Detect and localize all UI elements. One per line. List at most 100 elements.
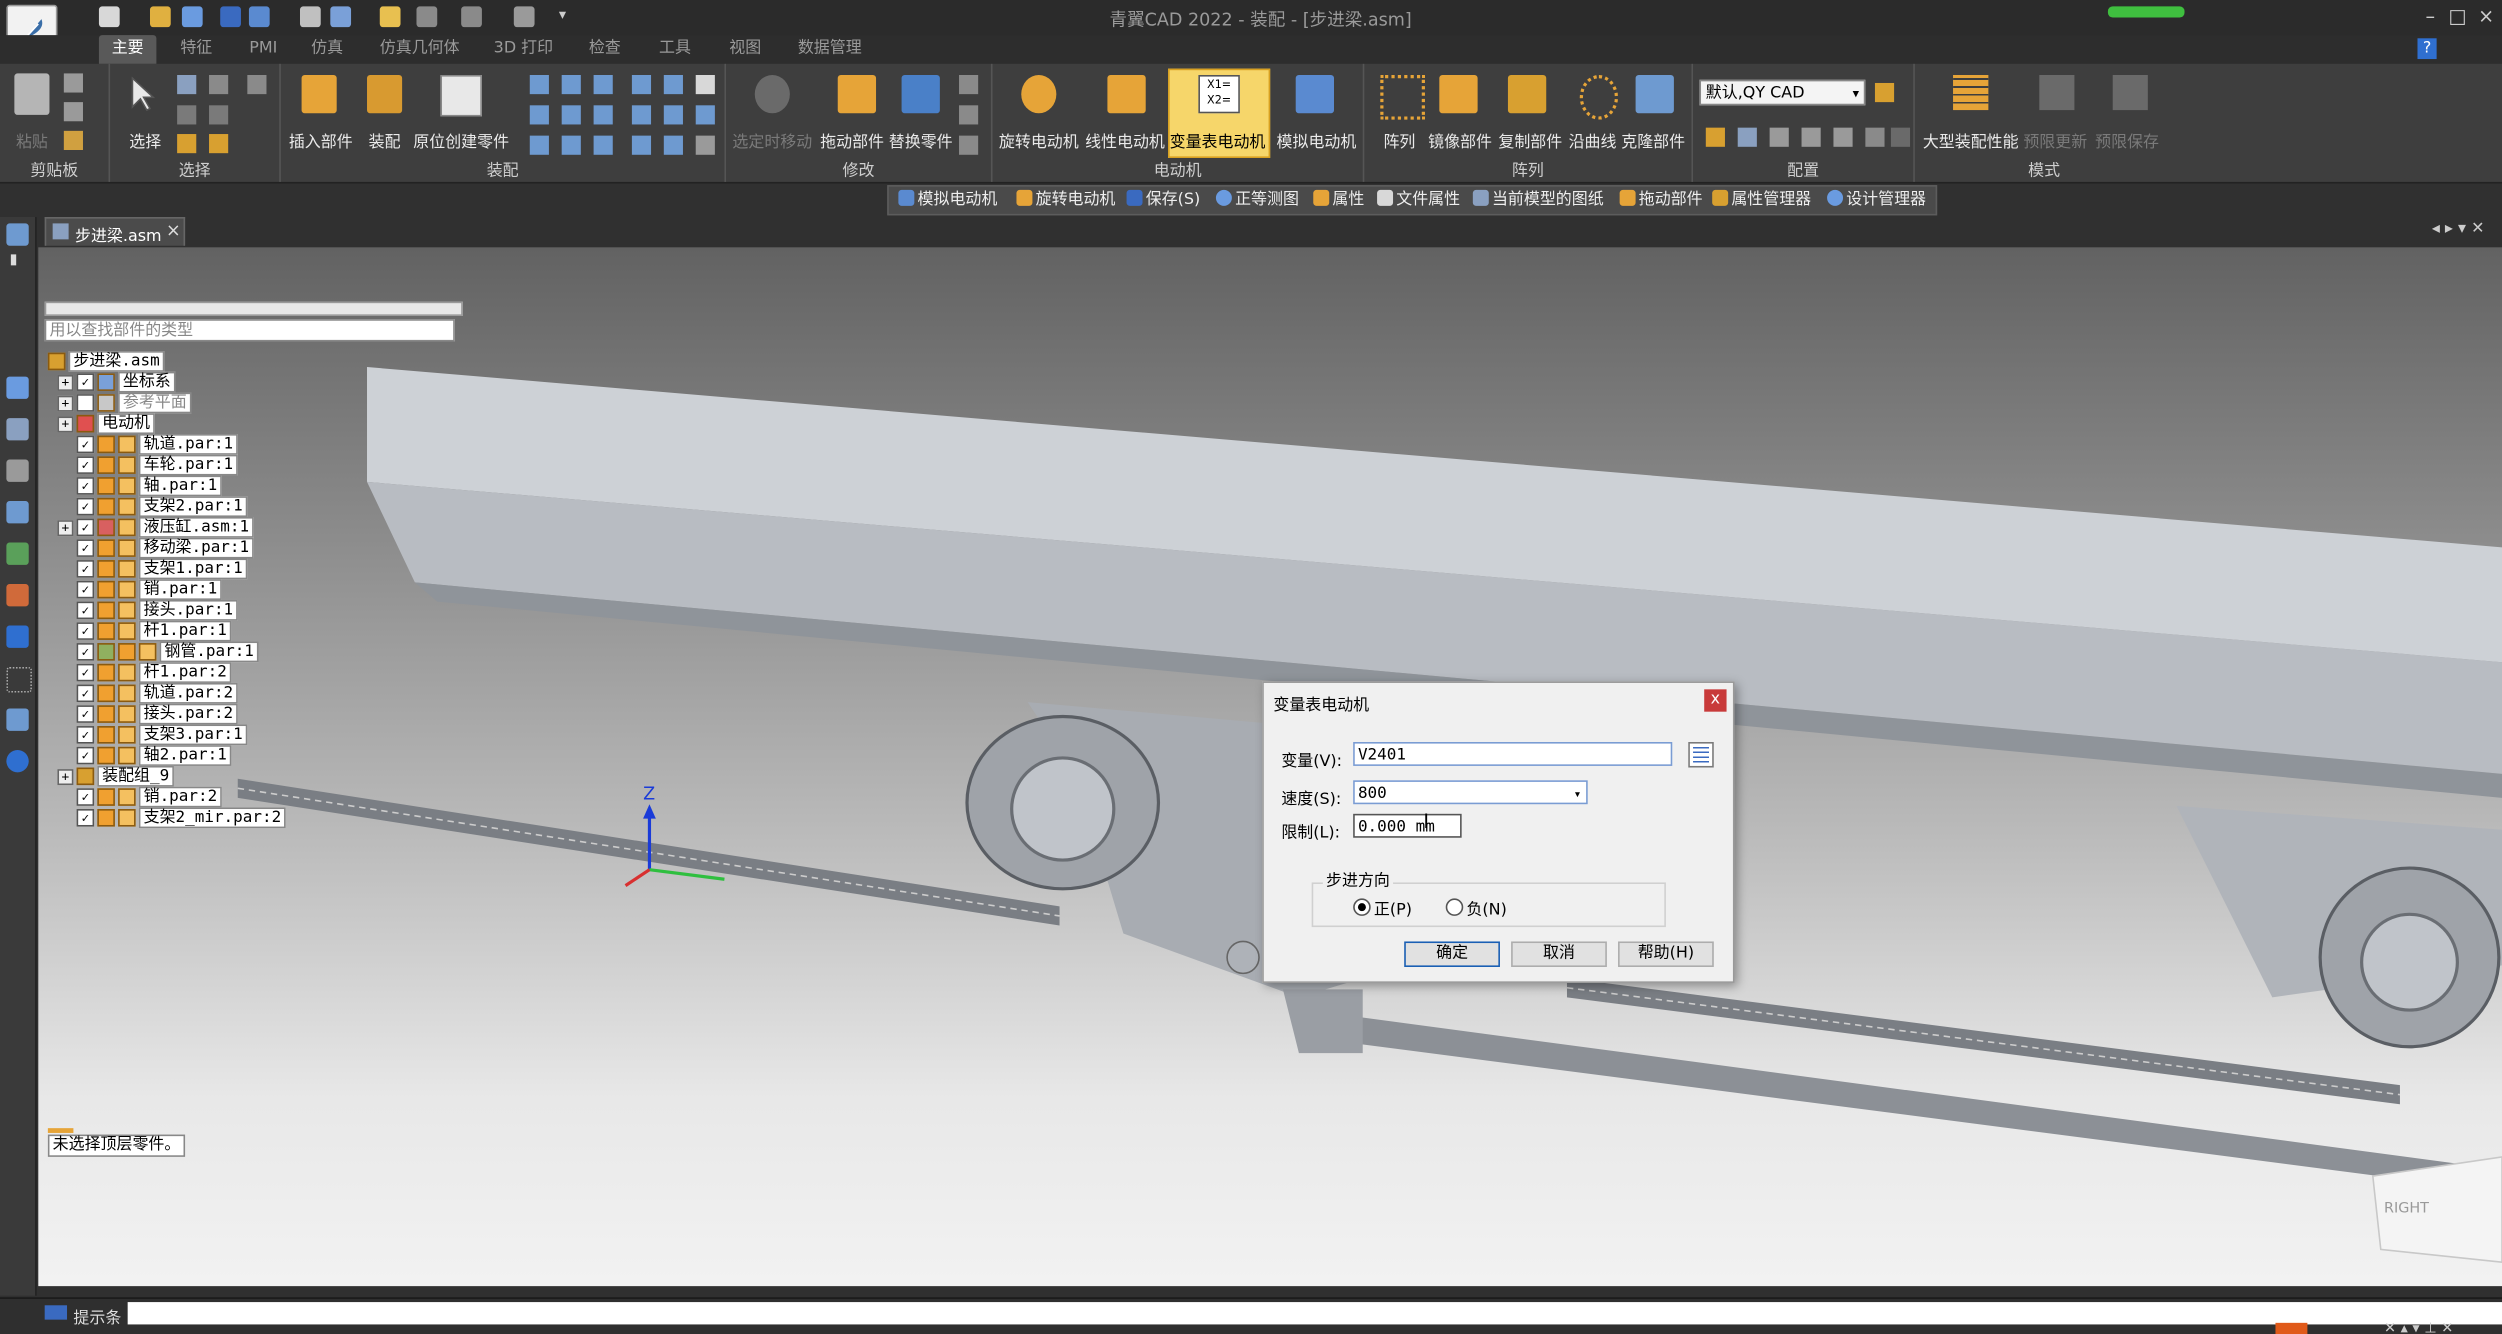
config-dropdown[interactable]: 默认,QY CAD ▾ <box>1699 79 1866 106</box>
close-button[interactable]: × <box>2473 3 2499 29</box>
array-label[interactable]: 阵列 <box>1383 128 1415 152</box>
tab-tools[interactable]: 工具 <box>648 35 702 64</box>
visibility-checkbox[interactable]: ✓ <box>76 726 95 744</box>
tree-item-part[interactable]: ✓ 接头.par:1 <box>76 599 238 621</box>
maximize-button[interactable]: □ <box>2445 3 2471 29</box>
paste-icon[interactable] <box>14 73 50 115</box>
cmd-property-manager[interactable]: 属性管理器 <box>1712 188 1811 212</box>
simulate-motor-label[interactable]: 模拟电动机 <box>1277 128 1357 152</box>
along-curve-icon[interactable] <box>1579 74 1619 120</box>
simulate-motor-icon[interactable] <box>1295 74 1335 114</box>
in-place-create-label[interactable]: 原位创建零件 <box>413 128 509 152</box>
close-tab-icon[interactable]: × <box>166 220 181 241</box>
tree-item-coord-system[interactable]: + ✓ 坐标系 <box>57 371 176 393</box>
tree-item-part[interactable]: ✓ 钢管.par:1 <box>76 641 259 663</box>
tree-item-part[interactable]: ✓ 车轮.par:1 <box>76 454 238 476</box>
assemble-tool-18-icon[interactable] <box>695 135 715 155</box>
tab-simulation-geometry[interactable]: 仿真几何体 <box>370 35 469 64</box>
config-tool-5-icon[interactable] <box>1833 127 1853 147</box>
visibility-checkbox[interactable]: ✓ <box>76 746 95 765</box>
tab-main[interactable]: 主要 <box>98 35 157 64</box>
visibility-checkbox[interactable]: ✓ <box>76 373 95 391</box>
tree-item-part[interactable]: ✓ 支架2_mir.par:2 <box>76 807 287 829</box>
in-place-create-icon[interactable] <box>440 74 482 117</box>
tree-item-part[interactable]: ✓ 支架2.par:1 <box>76 496 248 518</box>
tab-scroll-icons[interactable]: ◂ ▸ ▾ ✕ <box>2432 220 2485 238</box>
cmd-drag-component[interactable]: 拖动部件 <box>1619 188 1703 212</box>
cmd-save[interactable]: 保存(S) <box>1126 188 1200 212</box>
clipboard-icon[interactable] <box>379 6 401 28</box>
config-manager-icon[interactable] <box>1874 82 1895 103</box>
select-filter-icon[interactable] <box>177 74 197 95</box>
tree-item-part[interactable]: ✓ 销.par:2 <box>76 786 223 808</box>
cmd-simulate-motor[interactable]: 模拟电动机 <box>898 188 997 212</box>
assemble-tool-11-icon[interactable] <box>663 105 683 125</box>
copy-icon[interactable] <box>63 102 83 122</box>
visibility-checkbox[interactable]: ✓ <box>76 435 95 454</box>
replace-part-icon[interactable] <box>901 74 940 114</box>
new-file-icon[interactable] <box>98 6 120 28</box>
assemble-tool-15-icon[interactable] <box>593 135 613 155</box>
visibility-checkbox[interactable]: ✓ <box>76 518 95 537</box>
cmd-current-drawing[interactable]: 当前模型的图纸 <box>1472 188 1604 212</box>
cmd-isometric[interactable]: 正等测图 <box>1215 188 1299 212</box>
tree-item-subassembly[interactable]: + ✓ 液压缸.asm:1 <box>57 517 254 538</box>
tab-simulation[interactable]: 仿真 <box>300 35 354 64</box>
relations-icon[interactable] <box>6 501 29 524</box>
color-icon[interactable] <box>6 584 29 607</box>
assemble-tool-1-icon[interactable] <box>529 74 549 95</box>
assemble-icon[interactable] <box>367 74 403 114</box>
visibility-checkbox[interactable]: ✓ <box>76 539 95 557</box>
expand-icon[interactable]: + <box>57 374 74 391</box>
print-icon[interactable] <box>330 6 352 28</box>
visibility-checkbox[interactable]: ✓ <box>76 497 95 516</box>
layout-icon[interactable] <box>299 6 321 28</box>
document-tab[interactable]: 步进梁.asm × <box>44 217 186 246</box>
config-tool-4-icon[interactable] <box>1801 127 1821 147</box>
open-file-icon[interactable] <box>149 6 171 28</box>
cmd-file-properties[interactable]: 文件属性 <box>1377 188 1460 212</box>
cursor-arrow-icon[interactable] <box>129 76 155 112</box>
cmd-rotary-motor[interactable]: 旋转电动机 <box>1016 188 1115 212</box>
insert-component-icon[interactable] <box>301 74 337 114</box>
positive-radio[interactable]: 正(P) <box>1353 895 1412 919</box>
config-tool-1-icon[interactable] <box>1705 127 1725 147</box>
along-curve-label[interactable]: 沿曲线 <box>1569 128 1617 152</box>
wrench-icon[interactable] <box>6 459 29 482</box>
select-color-icon[interactable] <box>177 134 197 154</box>
config-tool-6-icon[interactable] <box>1865 127 1885 147</box>
select-parts-icon[interactable] <box>177 105 197 125</box>
tab-data-management[interactable]: 数据管理 <box>788 35 871 64</box>
select-tool-icon[interactable] <box>247 74 267 95</box>
limit-input[interactable]: 0.000 mm <box>1353 813 1462 838</box>
save-icon[interactable] <box>220 6 241 28</box>
modify-tool-3-icon[interactable] <box>959 135 979 155</box>
select-all-icon[interactable] <box>209 105 229 125</box>
tree-item-part[interactable]: ✓ 杆1.par:1 <box>76 620 232 642</box>
visibility-checkbox[interactable]: ✓ <box>76 643 95 661</box>
save-as-icon[interactable] <box>248 6 270 28</box>
visibility-checkbox[interactable]: ✓ <box>76 622 95 640</box>
assemble-tool-17-icon[interactable] <box>663 135 683 155</box>
expand-icon[interactable]: + <box>57 395 74 412</box>
variable-input[interactable]: V2401 <box>1353 742 1673 766</box>
rotary-motor-icon[interactable] <box>1021 74 1057 114</box>
modify-tool-1-icon[interactable] <box>959 74 979 95</box>
visibility-checkbox[interactable]: ✓ <box>76 663 95 682</box>
visibility-checkbox[interactable]: ✓ <box>76 705 95 723</box>
visibility-checkbox[interactable]: ✓ <box>76 788 95 806</box>
modify-tool-2-icon[interactable] <box>959 105 979 125</box>
help-button[interactable]: 帮助(H) <box>1618 941 1714 967</box>
settings-icon[interactable] <box>6 749 29 773</box>
expand-icon[interactable]: + <box>57 769 74 786</box>
linear-motor-icon[interactable] <box>1107 74 1146 114</box>
rotary-motor-label[interactable]: 旋转电动机 <box>999 128 1079 152</box>
minimize-button[interactable]: – <box>2417 3 2443 29</box>
drag-component-icon[interactable] <box>837 74 877 114</box>
tree-item-motor[interactable]: + 电动机 <box>57 413 155 435</box>
help-icon[interactable]: ? <box>2417 38 2437 60</box>
tree-item-part[interactable]: ✓ 支架3.par:1 <box>76 724 248 746</box>
tree-item-root[interactable]: 步进梁.asm <box>47 351 165 372</box>
assemble-tool-2-icon[interactable] <box>561 74 581 95</box>
tree-resize-handle[interactable] <box>44 301 463 316</box>
